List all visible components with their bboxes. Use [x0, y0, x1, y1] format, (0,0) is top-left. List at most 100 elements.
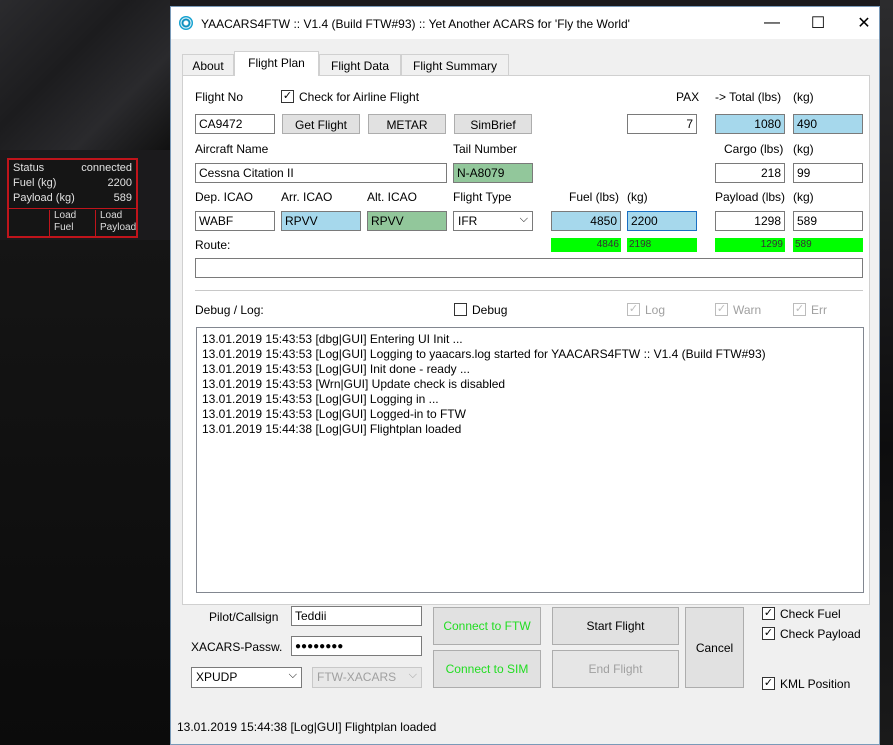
fuel-kg-input[interactable]: 2200: [627, 211, 697, 231]
overlay-fuel-label: Fuel (kg): [13, 177, 57, 189]
background-dark: [0, 240, 170, 745]
payload-actual-lbs-bar: 1299: [715, 238, 785, 252]
log-line: 13.01.2019 15:43:53 [Log|GUI] Logging to…: [202, 347, 766, 361]
flight-type-label: Flight Type: [453, 190, 512, 204]
window-title: YAACARS4FTW :: V1.4 (Build FTW#93) :: Ye…: [201, 17, 630, 31]
flight-type-value: IFR: [458, 214, 478, 228]
tab-flight-plan[interactable]: Flight Plan: [234, 51, 319, 76]
cargo-lbs-input[interactable]: 218: [715, 163, 785, 183]
check-airline-label: Check for Airline Flight: [299, 90, 420, 104]
alt-icao-label: Alt. ICAO: [367, 190, 418, 204]
target-select: FTW-XACARS ⌵: [312, 667, 422, 688]
dep-icao-input[interactable]: WABF: [195, 211, 275, 231]
overlay-payload-value: 589: [113, 192, 132, 204]
dep-icao-label: Dep. ICAO: [195, 190, 254, 204]
check-payload-checkbox[interactable]: ✓: [762, 627, 775, 640]
maximize-button[interactable]: ☐: [795, 7, 841, 39]
fuel-lbs-label: Fuel (lbs): [569, 190, 620, 204]
err-checkbox-label: Err: [811, 303, 827, 317]
overlay-divider: [9, 208, 136, 209]
cargo-kg-input[interactable]: 99: [793, 163, 863, 183]
total-lbs-field: 1080: [715, 114, 785, 134]
cancel-button[interactable]: Cancel: [685, 607, 744, 688]
xacars-pass-label: XACARS-Passw.: [191, 640, 283, 654]
err-checkbox: ✓: [793, 303, 806, 316]
warn-checkbox-label: Warn: [733, 303, 762, 317]
pax-input[interactable]: 7: [627, 114, 697, 134]
end-flight-button: End Flight: [552, 650, 679, 688]
fuel-kg-label: (kg): [627, 190, 648, 204]
alt-icao-input[interactable]: RPVV: [367, 211, 447, 231]
connect-ftw-button[interactable]: Connect to FTW: [433, 607, 541, 645]
payload-kg-input[interactable]: 589: [793, 211, 863, 231]
overlay-load-payload-button[interactable]: Load Payload: [96, 210, 138, 238]
tab-about[interactable]: About: [182, 54, 234, 75]
payload-kg-label: (kg): [793, 190, 814, 204]
target-value: FTW-XACARS: [317, 670, 397, 684]
chevron-down-icon: ⌵: [288, 669, 297, 681]
log-line: 13.01.2019 15:43:53 [Log|GUI] Init done …: [202, 362, 470, 376]
kml-position-checkbox[interactable]: ✓: [762, 677, 775, 690]
check-fuel-checkbox[interactable]: ✓: [762, 607, 775, 620]
total-kg-field: 490: [793, 114, 863, 134]
get-flight-button[interactable]: Get Flight: [282, 114, 360, 134]
flight-no-input[interactable]: CA9472: [195, 114, 275, 134]
tail-number-label: Tail Number: [453, 142, 518, 156]
arr-icao-input[interactable]: RPVV: [281, 211, 361, 231]
total-lbs-label: -> Total (lbs): [715, 90, 782, 104]
warn-checkbox: ✓: [715, 303, 728, 316]
minimize-button[interactable]: —: [749, 7, 795, 39]
overlay-status-label: Status: [13, 162, 45, 174]
debug-log-label: Debug / Log:: [195, 303, 264, 317]
pax-label: PAX: [676, 90, 700, 104]
check-airline-checkbox[interactable]: ✓: [281, 90, 294, 103]
aircraft-name-input[interactable]: Cessna Citation II: [195, 163, 447, 183]
title-bar[interactable]: YAACARS4FTW :: V1.4 (Build FTW#93) :: Ye…: [171, 7, 879, 39]
payload-lbs-label: Payload (lbs): [715, 190, 786, 204]
divider: [195, 290, 863, 291]
overlay-load-fuel-button[interactable]: Load Fuel: [50, 210, 96, 238]
protocol-value: XPUDP: [196, 670, 238, 684]
protocol-select[interactable]: XPUDP ⌵: [191, 667, 302, 688]
flight-plan-panel: Flight No ✓ Check for Airline Flight PAX…: [182, 75, 870, 605]
pilot-callsign-input[interactable]: Teddii: [291, 606, 422, 626]
overlay-fuel-value: 2200: [107, 177, 132, 189]
close-button[interactable]: ✕: [841, 7, 887, 39]
tab-flight-summary[interactable]: Flight Summary: [401, 54, 509, 75]
flight-type-select[interactable]: IFR ⌵: [453, 211, 533, 231]
tail-number-input[interactable]: N-A8079: [453, 163, 533, 183]
flight-no-label: Flight No: [195, 90, 244, 104]
fuel-lbs-input[interactable]: 4850: [551, 211, 621, 231]
tab-flight-data[interactable]: Flight Data: [319, 54, 401, 75]
connect-sim-button[interactable]: Connect to SIM: [433, 650, 541, 688]
log-checkbox: ✓: [627, 303, 640, 316]
cargo-lbs-label: Cargo (lbs): [724, 142, 784, 156]
kml-position-label: KML Position: [780, 677, 851, 691]
route-label: Route:: [195, 238, 231, 252]
log-line: 13.01.2019 15:43:53 [Log|GUI] Logging in…: [202, 392, 439, 406]
debug-checkbox[interactable]: [454, 303, 467, 316]
payload-lbs-input[interactable]: 1298: [715, 211, 785, 231]
route-input[interactable]: [195, 258, 863, 278]
xacars-password-input[interactable]: ●●●●●●●●: [291, 636, 422, 656]
fuel-actual-kg-bar: 2198: [627, 238, 697, 252]
check-payload-label: Check Payload: [780, 627, 861, 641]
chevron-down-icon: ⌵: [408, 669, 417, 681]
simbrief-button[interactable]: SimBrief: [454, 114, 532, 134]
check-fuel-label: Check Fuel: [780, 607, 841, 621]
arr-icao-label: Arr. ICAO: [281, 190, 333, 204]
app-window: YAACARS4FTW :: V1.4 (Build FTW#93) :: Ye…: [170, 6, 880, 745]
cargo-kg-label: (kg): [793, 142, 814, 156]
chevron-down-icon: ⌵: [519, 213, 528, 225]
log-checkbox-label: Log: [645, 303, 666, 317]
aircraft-name-label: Aircraft Name: [195, 142, 269, 156]
log-line: 13.01.2019 15:43:53 [Log|GUI] Logged-in …: [202, 407, 466, 421]
log-line: 13.01.2019 15:44:38 [Log|GUI] Flightplan…: [202, 422, 462, 436]
overlay-empty-cell: [9, 210, 50, 238]
debug-checkbox-label: Debug: [472, 303, 508, 317]
start-flight-button[interactable]: Start Flight: [552, 607, 679, 645]
fuel-actual-lbs-bar: 4846: [551, 238, 621, 252]
payload-actual-kg-bar: 589: [793, 238, 863, 252]
debug-log-textarea[interactable]: 13.01.2019 15:43:53 [dbg|GUI] Entering U…: [196, 327, 864, 593]
metar-button[interactable]: METAR: [368, 114, 446, 134]
